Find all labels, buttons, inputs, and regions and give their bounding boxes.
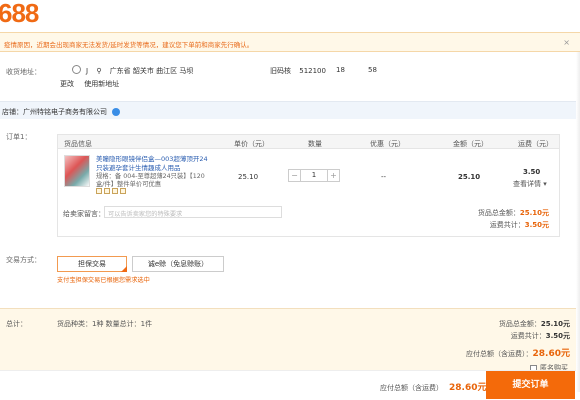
- address-actions: 更改 使用新地址: [60, 79, 127, 89]
- address-label: 收货地址：: [6, 68, 41, 76]
- summary-ship-value: 3.50元: [545, 332, 570, 340]
- address-tag: 旧码核: [270, 67, 291, 75]
- footer-total-value: 28.60元: [449, 383, 487, 393]
- summary-goods-label: 货品总金额：: [498, 320, 541, 328]
- summary-goods: 货品总金额：25.10元: [499, 319, 570, 329]
- shipping-detail-link[interactable]: 查看详情 ▾: [513, 179, 547, 189]
- payment-hint: 支付宝担保交易已根据您需求选中: [57, 277, 150, 284]
- summary-total-label: 应付总额（含运费）：: [466, 350, 533, 358]
- summary-ship-label: 运费共计：: [510, 332, 546, 340]
- address-zip: 512100: [299, 67, 326, 75]
- payment-option-credit[interactable]: 诚e赊（免息赊账）: [132, 256, 224, 272]
- summary-counts: 货品种类：1种 数量总计：1件: [57, 320, 153, 328]
- badge-icon: [112, 188, 118, 194]
- use-new-address-link[interactable]: 使用新地址: [84, 80, 119, 88]
- footer-total: 应付总额（含运费） 28.60元: [380, 380, 486, 393]
- summary-goods-value: 25.10元: [540, 320, 570, 328]
- order-shipping-total: 运费共计：3.50元: [490, 220, 549, 230]
- memo-label: 给卖家留言：: [63, 210, 105, 218]
- col-discount: 优惠（元）: [370, 140, 405, 148]
- footer-total-label: 应付总额（含运费）: [380, 384, 443, 392]
- address-section: 收货地址： J ⚲ 广东省 韶关市 曲江区 马坝 旧码核 512100 18 5…: [0, 56, 580, 96]
- col-amount: 金额（元）: [453, 140, 488, 148]
- submit-order-button[interactable]: 提交订单: [486, 371, 575, 399]
- order-subtotal: 货品总金额：25.10元: [478, 208, 549, 218]
- phone-2: 58: [368, 66, 377, 74]
- address-line: J ⚲ 广东省 韶关市 曲江区 马坝: [86, 66, 199, 76]
- summary-ship: 运费共计：3.50元: [511, 331, 570, 341]
- chat-icon[interactable]: [112, 108, 121, 116]
- subtotal-value: 25.10元: [519, 209, 549, 217]
- summary-total: 应付总额（含运费）：28.60元: [466, 346, 570, 359]
- order-summary: 总计： 货品种类：1种 数量总计：1件 货品总金额：25.10元 运费共计：3.…: [0, 308, 580, 372]
- address-region: 广东省 韶关市 曲江区 马坝: [109, 67, 194, 75]
- location-icon: ⚲: [96, 67, 102, 75]
- col-shipping: 运费（元）: [518, 140, 553, 148]
- col-unit-price: 单价（元）: [234, 140, 269, 148]
- badge-icon: [96, 188, 102, 194]
- increase-button[interactable]: +: [327, 170, 339, 181]
- site-logo: 688: [0, 0, 39, 28]
- discount-value: --: [381, 173, 387, 181]
- close-icon[interactable]: ×: [563, 38, 570, 47]
- shipping-total-label: 运费共计：: [489, 221, 525, 229]
- address-radio[interactable]: [72, 65, 81, 74]
- shipping-total-value: 3.50元: [524, 221, 549, 229]
- badge-icon: [104, 188, 110, 194]
- phone-1: 18: [336, 66, 345, 74]
- payment-label: 交易方式：: [6, 256, 41, 264]
- order-table: 货品信息 单价（元） 数量 优惠（元） 金额（元） 运费（元） 美瞳隐形眼镜伴侣…: [57, 134, 560, 237]
- quantity-stepper[interactable]: − 1 +: [288, 169, 340, 182]
- col-quantity: 数量: [308, 140, 322, 148]
- page-edge-shadow: [576, 52, 580, 392]
- notice-text: 疫情原因，近期会出现商家无法发货/延时发货等情况，建议您下单前和商家先行确认。: [4, 41, 254, 49]
- badge-icon: [120, 188, 126, 194]
- product-badges: [96, 188, 128, 196]
- payment-option-escrow[interactable]: 担保交易: [57, 256, 127, 272]
- order-label: 订单1：: [6, 133, 32, 141]
- decrease-button[interactable]: −: [289, 170, 301, 181]
- unit-price: 25.10: [238, 173, 259, 181]
- product-spec: 规格：备 004-至尊超薄24只装】【120盒/件】整件单价可优惠: [96, 173, 205, 188]
- change-address-link[interactable]: 更改: [60, 80, 74, 88]
- product-name[interactable]: 美瞳隐形眼镜伴侣盒—003超薄顶开24只装避孕套计生情趣成人用品: [96, 155, 208, 173]
- quantity-input[interactable]: 1: [301, 170, 327, 181]
- memo-input[interactable]: 可以告诉卖家您的特殊要求: [104, 206, 282, 218]
- receiver-name: J: [86, 67, 89, 75]
- summary-total-value: 28.60元: [532, 349, 570, 359]
- checkout-bar: 应付总额（含运费） 28.60元 提交订单: [0, 370, 580, 400]
- summary-label: 总计：: [6, 320, 27, 328]
- shop-bar: 店铺：广州特铭电子商务有限公司: [0, 101, 580, 119]
- shop-name[interactable]: 店铺：广州特铭电子商务有限公司: [2, 108, 107, 116]
- amount-value: 25.10: [458, 173, 481, 181]
- order-table-header: 货品信息 单价（元） 数量 优惠（元） 金额（元） 运费（元）: [58, 135, 559, 149]
- product-thumbnail[interactable]: [64, 155, 90, 187]
- address-extra: 旧码核 512100: [270, 66, 332, 76]
- shipping-value: 3.50: [523, 168, 541, 176]
- notice-banner: 疫情原因，近期会出现商家无法发货/延时发货等情况，建议您下单前和商家先行确认。 …: [0, 32, 580, 52]
- col-info: 货品信息: [64, 140, 92, 148]
- subtotal-label: 货品总金额：: [477, 209, 520, 217]
